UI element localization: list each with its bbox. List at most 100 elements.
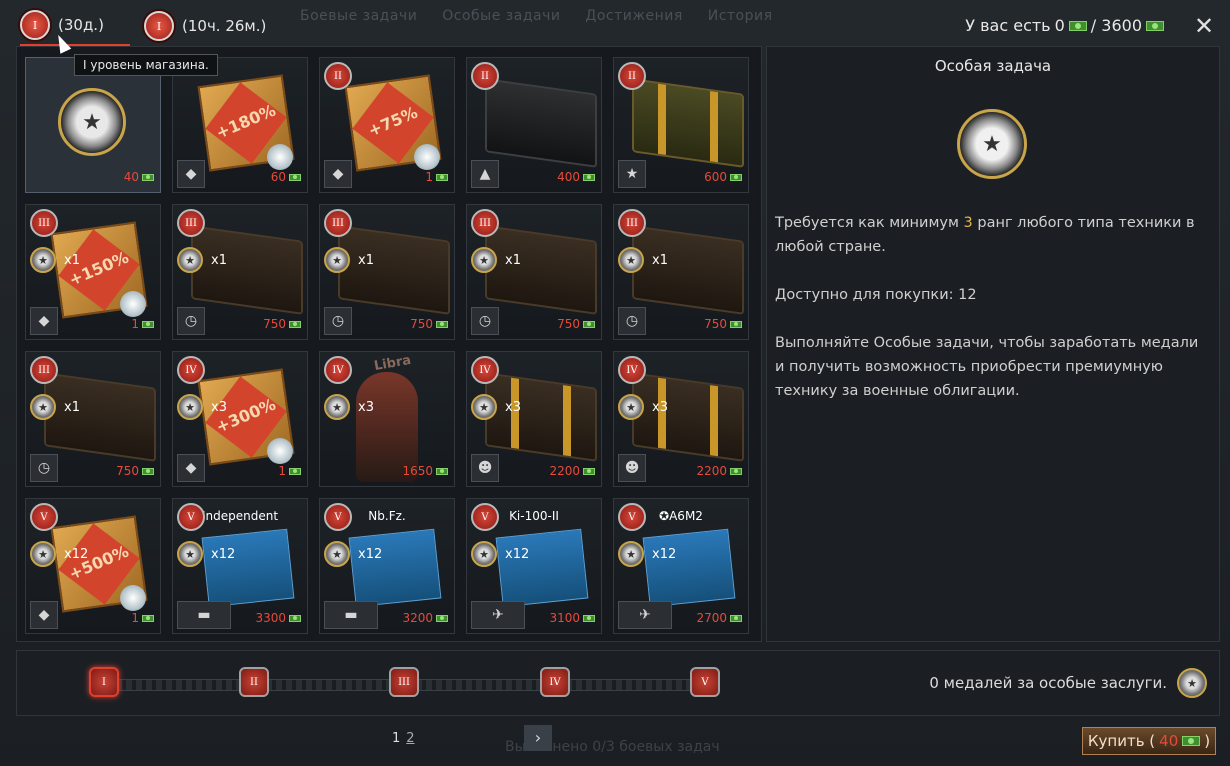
item-price: 1	[425, 170, 448, 184]
buy-price: 40	[1159, 732, 1179, 750]
tab-label: (30д.)	[58, 16, 104, 34]
war-bond-icon	[1068, 20, 1087, 31]
shop-item-cell[interactable]: III ★ x1 ◷ 750	[319, 204, 455, 340]
crate-icon	[485, 225, 597, 315]
item-count: x1	[652, 253, 668, 268]
item-count: x12	[64, 547, 89, 562]
item-price: 1	[131, 317, 154, 331]
shop-item-cell[interactable]: +300% IV ★ x3 ◆ 1	[172, 351, 308, 487]
war-bond-icon	[142, 173, 154, 181]
item-type-icon: ▬	[177, 601, 231, 629]
item-price: 750	[557, 317, 595, 331]
shop-item-cell[interactable]: Ki-100-II V ★ x12 ✈ 3100	[466, 498, 602, 634]
shop-item-cell[interactable]: Nb.Fz. V ★ x12 ▬ 3200	[319, 498, 455, 634]
war-bond-icon	[583, 320, 595, 328]
buy-button[interactable]: Купить (40)	[1082, 727, 1216, 755]
rank-badge-icon: V	[471, 503, 499, 531]
lightbulb-icon	[414, 144, 440, 170]
item-price: 1	[131, 611, 154, 625]
item-type-icon: ☻	[618, 454, 646, 482]
progress-rank-4[interactable]: IV	[540, 667, 570, 697]
shop-item-cell[interactable]: Independent V ★ x12 ▬ 3300	[172, 498, 308, 634]
panel-title: Особая задача	[934, 57, 1052, 75]
rank-badge-icon: II	[471, 62, 499, 90]
shop-item-cell[interactable]: III ★ x1 ◷ 750	[613, 204, 749, 340]
shop-item-cell[interactable]: II ▲ 400	[466, 57, 602, 193]
war-bond-icon	[583, 614, 595, 622]
progress-rank-3[interactable]: III	[389, 667, 419, 697]
war-bond-icon	[436, 614, 448, 622]
item-count: x12	[211, 547, 236, 562]
rank-badge-icon: IV	[618, 356, 646, 384]
war-bond-icon	[730, 320, 742, 328]
item-price: 2200	[696, 464, 742, 478]
item-count: x1	[64, 400, 80, 415]
item-count: x12	[652, 547, 677, 562]
war-bond-icon	[142, 320, 154, 328]
page-1[interactable]: 1	[392, 731, 400, 746]
item-count: x12	[505, 547, 530, 562]
rank-badge-icon: III	[177, 209, 205, 237]
item-price: 400	[557, 170, 595, 184]
shop-item-cell[interactable]: Libra IV ★ x3 1650	[319, 351, 455, 487]
black-crate-icon	[485, 78, 597, 168]
war-bond-icon	[142, 614, 154, 622]
shop-item-cell[interactable]: III ★ x1 ◷ 750	[172, 204, 308, 340]
detail-panel: Особая задача ★ Требуется как минимум 3 …	[766, 46, 1220, 642]
shop-item-cell[interactable]: II ★ 600	[613, 57, 749, 193]
shop-item-cell[interactable]: ★ 40	[25, 57, 161, 193]
progress-rank-2[interactable]: II	[239, 667, 269, 697]
shop-item-cell[interactable]: +150% III ★ x1 ◆ 1	[25, 204, 161, 340]
lightbulb-icon	[120, 585, 146, 611]
blueprint-icon	[348, 528, 442, 608]
tooltip: I уровень магазина.	[74, 54, 218, 76]
rank-badge-icon: IV	[471, 356, 499, 384]
next-page-button[interactable]: ›	[524, 725, 552, 751]
item-price: 750	[263, 317, 301, 331]
war-bond-icon	[289, 173, 301, 181]
rank-badge-icon: V	[618, 503, 646, 531]
special-medal-icon: ★	[957, 109, 1027, 179]
requirement-text: Требуется как минимум 3 ранг любого типа…	[775, 215, 1195, 255]
page-2[interactable]: 2	[406, 731, 414, 746]
lightbulb-icon	[267, 438, 293, 464]
war-bond-icon	[730, 173, 742, 181]
shop-item-cell[interactable]: IV ★ x3 ☻ 2200	[466, 351, 602, 487]
medal-icon: ★	[30, 541, 56, 567]
progress-rank-5[interactable]: V	[690, 667, 720, 697]
close-button[interactable]: ✕	[1190, 12, 1218, 40]
available-text: Доступно для покупки: 12	[775, 287, 977, 303]
shop-item-cell[interactable]: IV ★ x3 ☻ 2200	[613, 351, 749, 487]
blueprint-icon	[201, 528, 295, 608]
rank-badge-icon: IV	[177, 356, 205, 384]
shop-item-cell[interactable]: +180% ◆ 60	[172, 57, 308, 193]
shop-item-cell[interactable]: III ★ x1 ◷ 750	[25, 351, 161, 487]
lightbulb-icon	[120, 291, 146, 317]
shop-item-cell[interactable]: +75% II ◆ 1	[319, 57, 455, 193]
shop-item-cell[interactable]: +500% V ★ x12 ◆ 1	[25, 498, 161, 634]
tab-shop-level-1-timer[interactable]: I (10ч. 26м.)	[144, 6, 266, 46]
item-price: 750	[410, 317, 448, 331]
shop-item-cell[interactable]: III ★ x1 ◷ 750	[466, 204, 602, 340]
shop-window: Боевые задачи Особые задачи Достижения И…	[0, 0, 1230, 766]
item-price: 750	[116, 464, 154, 478]
balance-label: У вас есть	[965, 16, 1051, 35]
medal-icon: ★	[471, 394, 497, 420]
item-type-icon: ◆	[30, 307, 58, 335]
progress-rank-1[interactable]: I	[89, 667, 119, 697]
medal-icon: ★	[177, 541, 203, 567]
crate-icon	[191, 225, 303, 315]
rank-badge-icon: II	[618, 62, 646, 90]
item-type-icon: ☻	[471, 454, 499, 482]
war-bond-icon	[1146, 20, 1164, 31]
pagination: 1 2	[392, 731, 415, 746]
tab-shop-level-1[interactable]: I (30д.)	[20, 6, 130, 46]
item-type-icon: ◷	[177, 307, 205, 335]
rank-badge-icon: I	[20, 10, 50, 40]
shop-item-cell[interactable]: ✪A6M2 V ★ x12 ✈ 2700	[613, 498, 749, 634]
item-type-icon: ◷	[618, 307, 646, 335]
item-price: 600	[704, 170, 742, 184]
item-count: x12	[358, 547, 383, 562]
war-bond-icon	[289, 467, 301, 475]
item-count: x3	[358, 400, 374, 415]
